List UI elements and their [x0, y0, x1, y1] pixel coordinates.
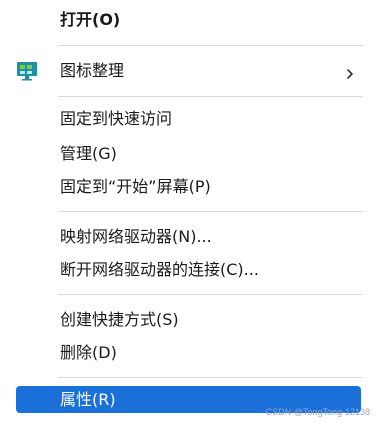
- menu-item-open[interactable]: 打开(O): [16, 5, 361, 35]
- menu-item-disconnect-drive[interactable]: 断开网络驱动器的连接(C)...: [16, 255, 361, 285]
- menu-item-delete[interactable]: 删除(D): [16, 338, 361, 368]
- desktop-icon: [16, 61, 38, 81]
- menu-item-arrange-icons-label: 图标整理: [60, 61, 125, 80]
- menu-item-disconnect-drive-label: 断开网络驱动器的连接(C)...: [60, 260, 259, 279]
- menu-separator: [58, 294, 363, 295]
- menu-item-delete-label: 删除(D): [60, 343, 117, 362]
- menu-separator: [58, 96, 363, 97]
- menu-item-create-shortcut-label: 创建快捷方式(S): [60, 310, 179, 329]
- menu-item-map-drive[interactable]: 映射网络驱动器(N)...: [16, 222, 361, 252]
- menu-item-pin-quick-access-label: 固定到快速访问: [60, 109, 173, 128]
- menu-item-pin-quick-access[interactable]: 固定到快速访问: [16, 104, 361, 134]
- menu-item-create-shortcut[interactable]: 创建快捷方式(S): [16, 305, 361, 335]
- menu-separator: [58, 45, 363, 46]
- context-menu: 打开(O) 图标整理 固定到快速访问 管理(G) 固定到“开始”屏幕(P) 映射…: [0, 0, 376, 423]
- menu-item-manage[interactable]: 管理(G): [16, 139, 361, 169]
- menu-separator: [58, 377, 363, 378]
- menu-item-pin-start[interactable]: 固定到“开始”屏幕(P): [16, 172, 361, 202]
- menu-item-map-drive-label: 映射网络驱动器(N)...: [60, 227, 212, 246]
- menu-item-open-label: 打开(O): [60, 10, 121, 29]
- menu-separator: [58, 211, 363, 212]
- menu-item-pin-start-label: 固定到“开始”屏幕(P): [60, 177, 211, 196]
- watermark: CSDN @TongTong-12138: [265, 407, 370, 417]
- menu-item-manage-label: 管理(G): [60, 144, 117, 163]
- menu-item-properties-label: 属性(R): [60, 389, 116, 409]
- chevron-right-icon: [345, 65, 355, 79]
- menu-item-arrange-icons[interactable]: 图标整理: [16, 56, 361, 86]
